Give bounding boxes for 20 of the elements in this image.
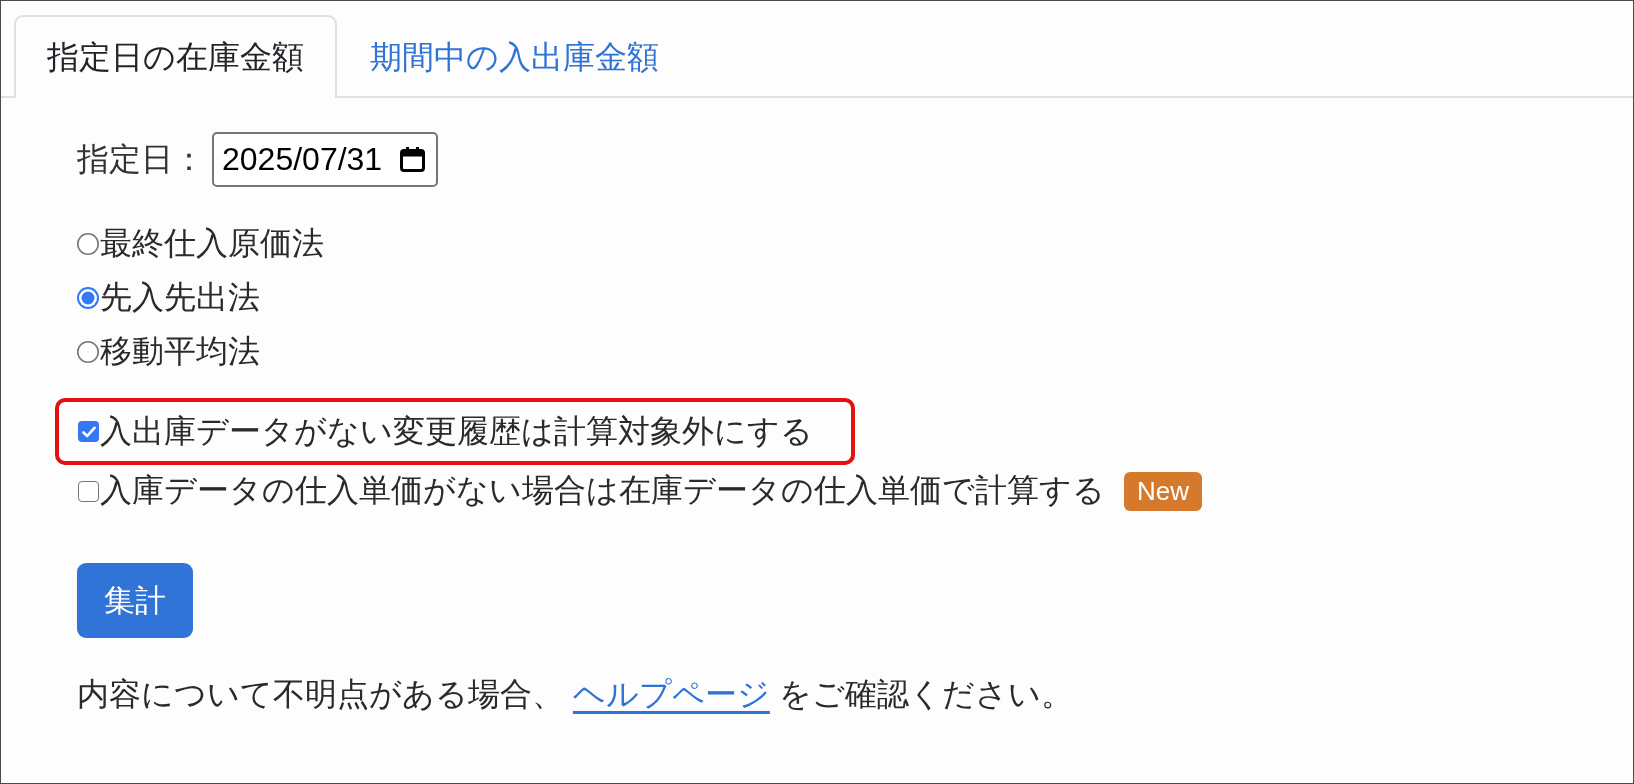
checkbox-label[interactable]: 入出庫データがない変更履歴は計算対象外にする [100, 409, 813, 454]
submit-button[interactable]: 集計 [77, 563, 193, 638]
radio-label[interactable]: 移動平均法 [100, 330, 260, 374]
help-link[interactable]: ヘルプページ [572, 676, 770, 712]
radio-button[interactable] [77, 287, 99, 309]
help-text: 内容について不明点がある場合、 ヘルプページ をご確認ください。 [77, 675, 1073, 714]
date-field[interactable]: 2025/07/31 [212, 132, 438, 187]
new-badge: New [1124, 471, 1202, 511]
checkbox[interactable] [78, 480, 99, 502]
check-icon [81, 425, 96, 438]
radio-button[interactable] [77, 341, 99, 363]
radio-button[interactable] [77, 233, 99, 255]
tab[interactable]: 期間中の入出庫金額 [337, 15, 692, 98]
checkbox[interactable] [78, 421, 99, 442]
checkbox-label[interactable]: 入庫データの仕入単価がない場合は在庫データの仕入単価で計算する [100, 469, 1105, 513]
radio-label[interactable]: 最終仕入原価法 [100, 222, 324, 266]
date-label: 指定日： [77, 139, 205, 179]
tab[interactable]: 指定日の在庫金額 [14, 15, 337, 98]
calendar-icon[interactable] [400, 147, 426, 172]
radio-label[interactable]: 先入先出法 [100, 276, 260, 320]
